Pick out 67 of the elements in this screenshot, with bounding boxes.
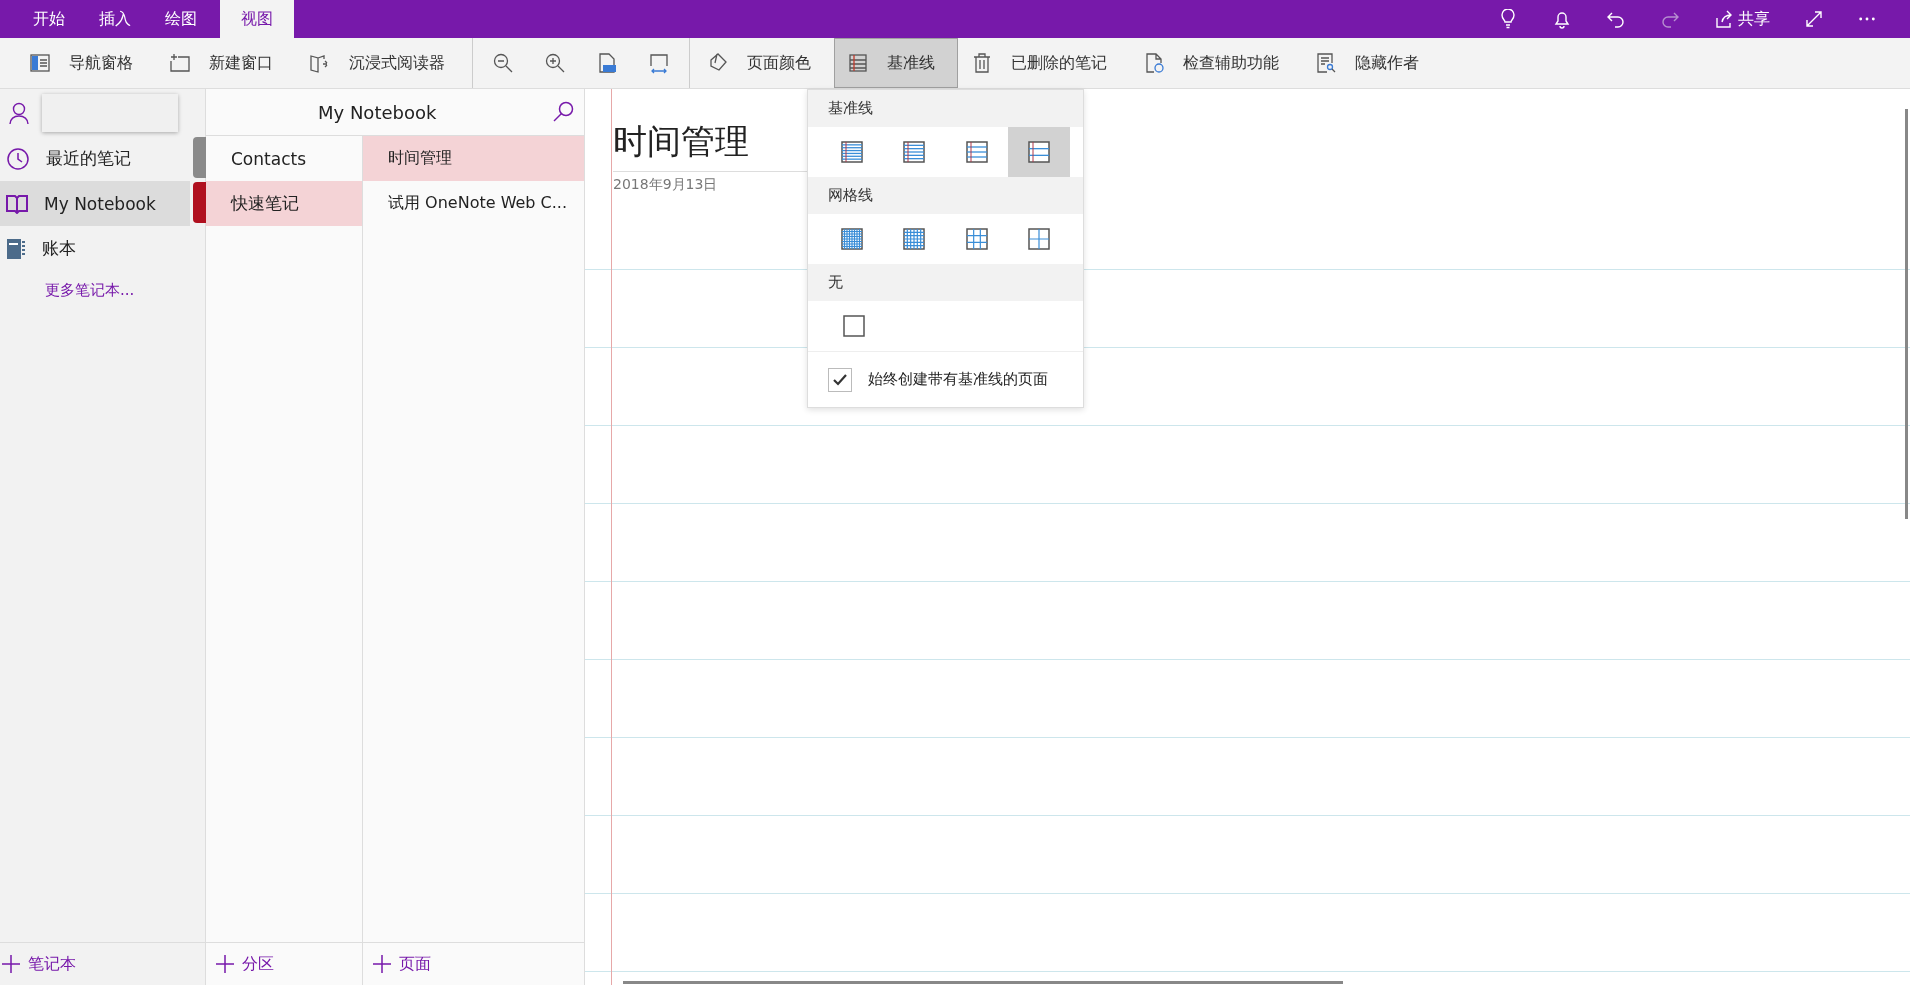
ruled-lines-icon xyxy=(902,140,927,164)
expand-icon xyxy=(1804,9,1824,29)
notebook-item[interactable]: My Notebook xyxy=(0,181,190,226)
add-notebook-button[interactable]: 笔记本 xyxy=(0,942,205,985)
nav-button[interactable]: 导航窗格 xyxy=(16,38,156,88)
trash-icon xyxy=(971,52,993,74)
grid-icon xyxy=(1026,227,1051,251)
ruled-lines-icon xyxy=(847,52,869,74)
lightbulb-icon xyxy=(1498,9,1518,29)
plus-icon xyxy=(2,955,20,973)
plus-icon xyxy=(216,955,234,973)
ruled-lines-icon xyxy=(1026,140,1051,164)
page-item[interactable]: 时间管理 xyxy=(363,136,584,181)
checkbox[interactable] xyxy=(828,367,852,392)
notebook-icon xyxy=(6,237,26,260)
menu-tab[interactable]: 插入 xyxy=(82,0,148,38)
page-icon xyxy=(596,52,618,74)
add-section-button[interactable]: 分区 xyxy=(206,942,362,985)
grid-icon xyxy=(964,227,989,251)
document-check-icon xyxy=(1143,52,1165,74)
zoom-in-icon xyxy=(544,52,566,74)
menu-heading: 无 xyxy=(808,264,1083,301)
new-window-icon xyxy=(169,52,191,74)
fit-width-icon xyxy=(648,52,670,74)
section-tab[interactable]: Contacts xyxy=(206,136,362,181)
person-icon[interactable] xyxy=(8,100,30,125)
rule-option[interactable] xyxy=(1007,127,1070,177)
section-tab[interactable]: 快速笔记 xyxy=(206,181,362,226)
menu-heading: 网格线 xyxy=(808,177,1083,214)
menu-tab[interactable]: 视图 xyxy=(220,0,294,38)
account-field[interactable] xyxy=(42,93,178,132)
plus-icon xyxy=(373,955,391,973)
ruled-lines-icon xyxy=(964,140,989,164)
book-icon xyxy=(6,193,28,214)
pagecolor-button[interactable]: 页面颜色 xyxy=(694,38,834,88)
add-page-button[interactable]: 页面 xyxy=(363,942,584,985)
ruled-lines-icon xyxy=(840,140,865,164)
grid-icon xyxy=(840,227,865,251)
menu-tab[interactable]: 开始 xyxy=(16,0,82,38)
horizontal-scrollbar[interactable] xyxy=(623,981,1343,984)
bell-icon xyxy=(1552,9,1572,29)
more-icon xyxy=(1858,17,1876,21)
more-notebooks-link[interactable]: 更多笔记本... xyxy=(0,271,205,300)
ruled-button[interactable]: 基准线 xyxy=(834,38,958,88)
vertical-scrollbar[interactable] xyxy=(1905,109,1908,519)
grid-icon xyxy=(902,227,927,251)
page-item[interactable]: 试用 OneNote Web C... xyxy=(363,181,584,226)
clock-icon xyxy=(6,146,30,171)
notebook-item[interactable]: 最近的笔记 xyxy=(0,136,190,181)
trash-button[interactable]: 已删除的笔记 xyxy=(958,38,1130,88)
checkbox-label: 始终创建带有基准线的页面 xyxy=(868,370,1048,389)
zoom-out-icon xyxy=(492,52,514,74)
menu-heading: 基准线 xyxy=(808,90,1083,127)
blank-page-icon xyxy=(841,314,866,338)
menu-tab[interactable]: 绘图 xyxy=(148,0,214,38)
share-button[interactable]: 共享 xyxy=(1704,4,1780,34)
reader-button[interactable]: 沉浸式阅读器 xyxy=(296,38,468,88)
accessibility-button[interactable]: 检查辅助功能 xyxy=(1130,38,1302,88)
share-icon xyxy=(1714,9,1734,29)
notebook-item[interactable]: 账本 xyxy=(0,226,190,271)
page-date: 2018年9月13日 xyxy=(613,175,719,194)
search-icon[interactable] xyxy=(552,101,574,123)
authors-button[interactable]: 隐藏作者 xyxy=(1302,38,1442,88)
check-icon xyxy=(833,373,847,386)
navigation-pane-icon xyxy=(29,52,51,74)
notebook-title: My Notebook xyxy=(318,101,437,123)
newwin-button[interactable]: 新建窗口 xyxy=(156,38,296,88)
